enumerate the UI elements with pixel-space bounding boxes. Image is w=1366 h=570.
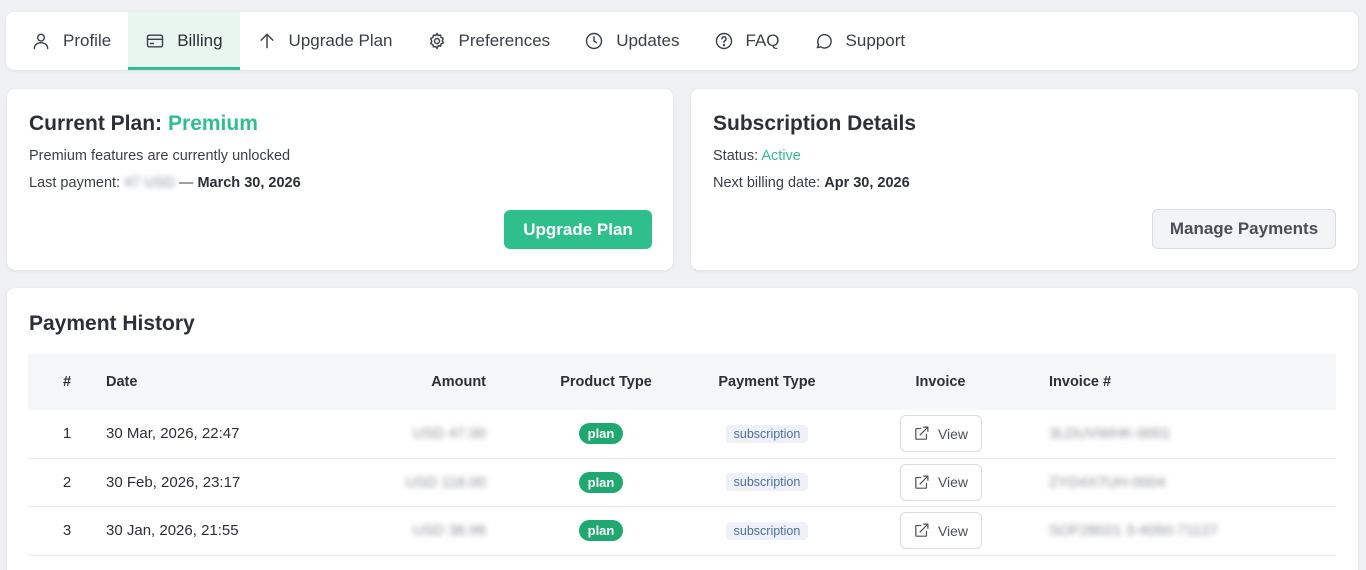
table-header: # Date Amount Product Type Payment Type …: [28, 354, 1336, 410]
external-link-icon: [915, 523, 929, 538]
payment-history-title: Payment History: [29, 312, 195, 335]
row-amount: USD 118.00: [405, 473, 486, 491]
tab-label: Preferences: [458, 31, 551, 50]
payment-type-badge: subscription: [725, 424, 809, 443]
user-icon: [33, 33, 49, 50]
view-label: View: [937, 474, 969, 491]
tab-label: Profile: [63, 31, 112, 50]
last-payment-date: March 30, 2026: [197, 175, 301, 191]
row-number: 1: [62, 425, 72, 443]
row-date: 30 Feb, 2026, 23:17: [106, 473, 241, 491]
row-payment-type: subscription: [671, 473, 848, 492]
payment-history-card: Payment History # Date Amount Product Ty…: [7, 288, 1358, 570]
tab-label: Upgrade Plan: [288, 31, 393, 50]
tab-updates[interactable]: Updates: [567, 12, 696, 70]
chat-icon: [816, 34, 832, 49]
row-product-type: plan: [486, 520, 671, 542]
question-icon: [715, 32, 732, 50]
table-row: 1 30 Mar, 2026, 22:47 USD 47.00 plan sub…: [28, 410, 1336, 459]
arrow-up-icon: [260, 33, 274, 49]
row-invoice: View: [848, 463, 1015, 501]
manage-payments-button[interactable]: Manage Payments: [1152, 209, 1336, 249]
table-row: 2 30 Feb, 2026, 23:17 USD 118.00 plan su…: [28, 459, 1336, 507]
subscription-details-card: Subscription Details Status: Active Next…: [691, 89, 1358, 270]
row-invoice-number: ZYD4X7UH-0004: [1049, 473, 1166, 491]
view-label: View: [937, 522, 969, 539]
tab-preferences[interactable]: Preferences: [410, 12, 568, 70]
tab-faq[interactable]: FAQ: [697, 12, 797, 70]
next-billing-label: Next billing date:: [713, 175, 821, 191]
product-type-badge: plan: [578, 423, 624, 445]
product-type-badge: plan: [578, 520, 624, 542]
next-billing-date: Apr 30, 2026: [824, 175, 910, 191]
last-payment-label: Last payment:: [29, 175, 121, 191]
view-invoice-button[interactable]: View: [899, 415, 982, 453]
row-amount: USD 47.00: [412, 425, 486, 443]
plan-name: Premium: [168, 112, 258, 135]
current-plan-title: Current Plan: Premium: [29, 112, 258, 136]
gear-icon: [429, 32, 444, 50]
column-header-invoice-number: Invoice #: [1049, 374, 1112, 390]
row-invoice: View: [848, 415, 1015, 453]
last-payment-line: Last payment: 47 USD — March 30, 2026: [29, 175, 301, 191]
row-product-type: plan: [486, 471, 671, 493]
current-plan-label: Current Plan:: [29, 112, 163, 135]
payment-type-badge: subscription: [725, 521, 809, 540]
column-header-product-type: Product Type: [560, 374, 652, 390]
table-row: 3 30 Jan, 2026, 21:55 USD 38.96 plan sub…: [28, 507, 1336, 556]
tab-profile[interactable]: Profile: [14, 12, 128, 70]
column-header-date: Date: [106, 374, 138, 390]
column-header-payment-type: Payment Type: [718, 374, 816, 390]
credit-card-icon: [146, 34, 164, 48]
external-link-icon: [915, 426, 929, 441]
status-badge: Active: [761, 148, 801, 164]
payment-history-table: # Date Amount Product Type Payment Type …: [28, 354, 1336, 556]
row-payment-type: subscription: [671, 521, 848, 540]
current-plan-card: Current Plan: Premium Premium features ar…: [7, 89, 673, 270]
tab-label: Support: [845, 31, 906, 50]
tab-label: FAQ: [745, 31, 780, 50]
row-number: 3: [62, 522, 72, 540]
next-billing-line: Next billing date: Apr 30, 2026: [713, 175, 910, 191]
clock-icon: [585, 32, 603, 50]
view-label: View: [937, 425, 969, 442]
column-header-amount: Amount: [431, 374, 486, 390]
upgrade-plan-button[interactable]: Upgrade Plan: [504, 210, 652, 249]
last-payment-separator: —: [178, 175, 194, 191]
settings-tab-bar: Profile Billing Upgrade Plan Preferences…: [6, 12, 1358, 70]
tab-billing[interactable]: Billing: [128, 12, 240, 70]
row-amount: USD 38.96: [412, 522, 486, 540]
subscription-details-title: Subscription Details: [713, 112, 917, 135]
row-payment-type: subscription: [671, 424, 848, 443]
external-link-icon: [915, 475, 929, 489]
column-header-num: #: [62, 374, 72, 390]
row-invoice-number: 3LDUVWHK-0001: [1049, 425, 1171, 443]
tab-support[interactable]: Support: [797, 12, 923, 70]
tab-label: Updates: [616, 31, 680, 50]
row-date: 30 Jan, 2026, 21:55: [106, 522, 239, 540]
tab-upgrade-plan[interactable]: Upgrade Plan: [240, 12, 410, 70]
plan-description: Premium features are currently unlocked: [29, 148, 291, 164]
view-invoice-button[interactable]: View: [899, 512, 982, 550]
last-payment-amount: 47 USD: [124, 175, 175, 191]
row-date: 30 Mar, 2026, 22:47: [106, 425, 240, 443]
column-header-invoice: Invoice: [915, 374, 966, 390]
row-invoice: View: [848, 512, 1015, 550]
status-line: Status: Active: [713, 148, 801, 164]
payment-type-badge: subscription: [725, 473, 809, 492]
view-invoice-button[interactable]: View: [899, 463, 982, 501]
tab-label: Billing: [177, 31, 223, 50]
row-product-type: plan: [486, 423, 671, 445]
row-invoice-number: SOF28021 3-4050-71127: [1049, 522, 1219, 540]
product-type-badge: plan: [578, 471, 624, 493]
row-number: 2: [62, 473, 72, 491]
status-label: Status:: [713, 148, 759, 164]
